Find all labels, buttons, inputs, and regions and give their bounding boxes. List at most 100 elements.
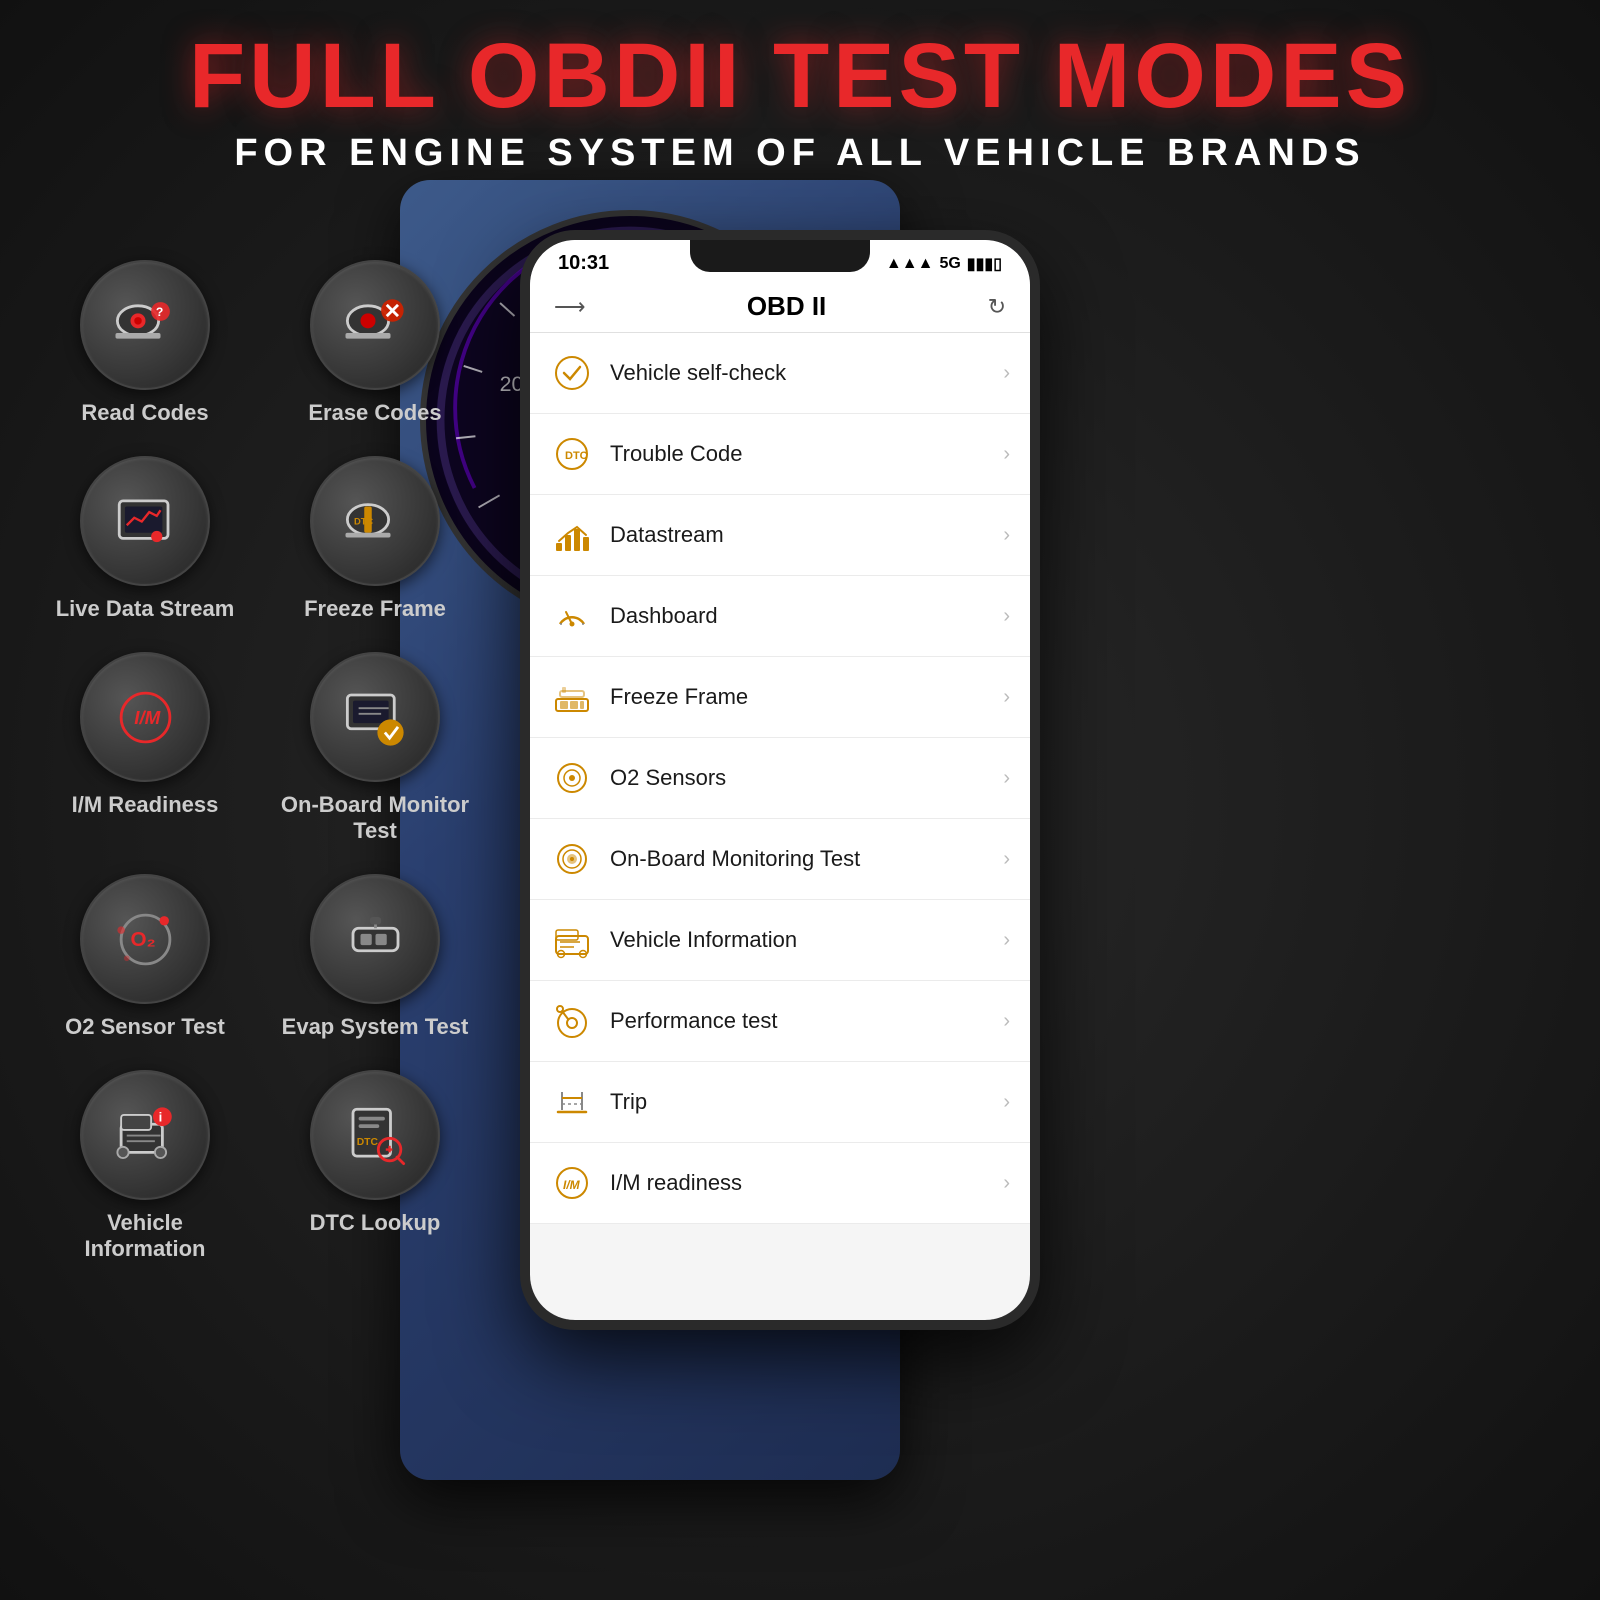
status-icons: ▲▲▲ 5G ▮▮▮▯ <box>886 254 1002 274</box>
feature-vehicle-info: i Vehicle Information <box>50 1070 240 1262</box>
battery-icon: ▮▮▮▯ <box>967 254 1002 274</box>
phone-screen: 10:31 ▲▲▲ 5G ▮▮▮▯ ⟵ OBD II ↻ <box>530 240 1030 1320</box>
phone-notch <box>690 240 870 272</box>
screen-title: OBD II <box>586 291 988 322</box>
dashboard-icon <box>550 594 594 638</box>
status-time: 10:31 <box>558 252 609 275</box>
feature-dtc-lookup: DTC DTC Lookup <box>280 1070 470 1262</box>
ob-monitor-label: On-Board Monitor Test <box>280 792 470 844</box>
trouble-code-chevron: › <box>1003 443 1010 466</box>
read-codes-label: Read Codes <box>81 400 208 426</box>
live-data-circle <box>80 456 210 586</box>
self-check-chevron: › <box>1003 362 1010 385</box>
menu-item-ob-monitoring[interactable]: On-Board Monitoring Test › <box>530 819 1030 900</box>
ob-monitor-icon <box>338 680 413 755</box>
menu-item-o2-sensors[interactable]: O2 Sensors › <box>530 738 1030 819</box>
feature-live-data: Live Data Stream <box>50 456 240 622</box>
evap-system-circle <box>310 874 440 1004</box>
im-readiness-menu-label: I/M readiness <box>610 1170 987 1196</box>
o2-sensors-chevron: › <box>1003 767 1010 790</box>
dtc-lookup-label: DTC Lookup <box>310 1210 441 1236</box>
datastream-label: Datastream <box>610 522 987 548</box>
vehicle-info-label: Vehicle Information <box>50 1210 240 1262</box>
erase-codes-circle <box>310 260 440 390</box>
vehicle-info-menu-chevron: › <box>1003 929 1010 952</box>
im-readiness-icon: I/M <box>108 680 183 755</box>
live-data-label: Live Data Stream <box>56 596 235 622</box>
freeze-frame-label: Freeze Frame <box>304 596 446 622</box>
read-codes-circle: ? <box>80 260 210 390</box>
svg-text:DTC: DTC <box>565 450 588 462</box>
menu-item-trouble-code[interactable]: DTC Trouble Code › <box>530 414 1030 495</box>
trip-label: Trip <box>610 1089 987 1115</box>
menu-item-dashboard[interactable]: Dashboard › <box>530 576 1030 657</box>
performance-label: Performance test <box>610 1008 987 1034</box>
dtc-lookup-circle: DTC <box>310 1070 440 1200</box>
phone: 10:31 ▲▲▲ 5G ▮▮▮▯ ⟵ OBD II ↻ <box>520 230 1040 1330</box>
self-check-label: Vehicle self-check <box>610 360 987 386</box>
trip-chevron: › <box>1003 1091 1010 1114</box>
ob-monitoring-icon <box>550 837 594 881</box>
datastream-icon <box>550 513 594 557</box>
freeze-frame-menu-label: Freeze Frame <box>610 684 987 710</box>
vehicle-info-circle: i <box>80 1070 210 1200</box>
ob-monitoring-label: On-Board Monitoring Test <box>610 846 987 872</box>
svg-text:DTC: DTC <box>353 516 372 526</box>
o2-sensor-circle: O₂ <box>80 874 210 1004</box>
svg-text:O₂: O₂ <box>130 928 155 951</box>
menu-item-trip[interactable]: Trip › <box>530 1062 1030 1143</box>
vehicle-info-icon: i <box>108 1098 183 1173</box>
trouble-code-icon: DTC <box>550 432 594 476</box>
freeze-frame-icon: DTC <box>338 484 413 559</box>
dashboard-chevron: › <box>1003 605 1010 628</box>
menu-item-freeze-frame[interactable]: Freeze Frame › <box>530 657 1030 738</box>
trouble-code-label: Trouble Code <box>610 441 987 467</box>
im-readiness-menu-chevron: › <box>1003 1172 1010 1195</box>
signal-icon: ▲▲▲ <box>886 255 934 273</box>
feature-evap-system: Evap System Test <box>280 874 470 1040</box>
feature-ob-monitor: On-Board Monitor Test <box>280 652 470 844</box>
menu-list: Vehicle self-check › DTC Trouble Code › <box>530 333 1030 1224</box>
im-readiness-circle: I/M <box>80 652 210 782</box>
o2-sensor-icon: O₂ <box>108 902 183 977</box>
main-title: FULL OBDII TEST MODES <box>0 30 1600 122</box>
menu-item-im-readiness[interactable]: I/M I/M readiness › <box>530 1143 1030 1224</box>
feature-freeze-frame: DTC Freeze Frame <box>280 456 470 622</box>
live-data-icon <box>108 484 183 559</box>
svg-text:I/M: I/M <box>134 707 160 728</box>
features-grid: ? Read Codes Erase Codes <box>50 260 470 1262</box>
main-subtitle: FOR ENGINE SYSTEM OF ALL VEHICLE BRANDS <box>0 132 1600 175</box>
dashboard-label: Dashboard <box>610 603 987 629</box>
refresh-button[interactable]: ↻ <box>988 294 1006 320</box>
feature-o2-sensor: O₂ O2 Sensor Test <box>50 874 240 1040</box>
ob-monitoring-chevron: › <box>1003 848 1010 871</box>
freeze-frame-menu-chevron: › <box>1003 686 1010 709</box>
o2-sensors-label: O2 Sensors <box>610 765 987 791</box>
feature-read-codes: ? Read Codes <box>50 260 240 426</box>
feature-im-readiness: I/M I/M Readiness <box>50 652 240 844</box>
menu-item-self-check[interactable]: Vehicle self-check › <box>530 333 1030 414</box>
menu-item-datastream[interactable]: Datastream › <box>530 495 1030 576</box>
performance-icon <box>550 999 594 1043</box>
o2-sensor-label: O2 Sensor Test <box>65 1014 225 1040</box>
svg-text:i: i <box>158 1109 162 1124</box>
menu-item-vehicle-info[interactable]: Vehicle Information › <box>530 900 1030 981</box>
freeze-frame-menu-icon <box>550 675 594 719</box>
svg-text:DTC: DTC <box>356 1136 378 1147</box>
device-area: 20 40 60 80 100 ⚙ 2 0 <box>400 180 980 1530</box>
trip-icon <box>550 1080 594 1124</box>
evap-system-icon <box>338 902 413 977</box>
network-type: 5G <box>939 255 960 273</box>
back-button[interactable]: ⟵ <box>554 294 586 320</box>
self-check-icon <box>550 351 594 395</box>
svg-text:?: ? <box>155 305 162 319</box>
read-codes-icon: ? <box>108 288 183 363</box>
phone-header[interactable]: ⟵ OBD II ↻ <box>530 281 1030 333</box>
menu-item-performance[interactable]: Performance test › <box>530 981 1030 1062</box>
header-section: FULL OBDII TEST MODES FOR ENGINE SYSTEM … <box>0 30 1600 175</box>
vehicle-info-menu-label: Vehicle Information <box>610 927 987 953</box>
ob-monitor-circle <box>310 652 440 782</box>
vehicle-info-menu-icon <box>550 918 594 962</box>
feature-erase-codes: Erase Codes <box>280 260 470 426</box>
im-readiness-label: I/M Readiness <box>72 792 219 818</box>
